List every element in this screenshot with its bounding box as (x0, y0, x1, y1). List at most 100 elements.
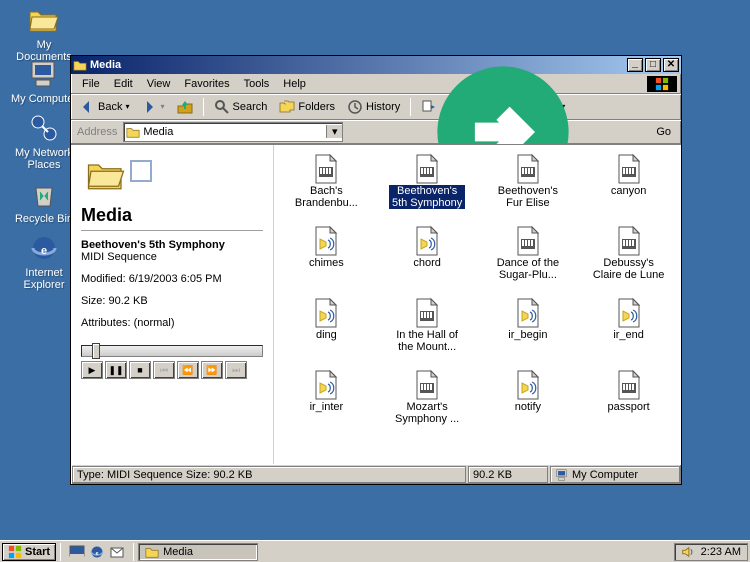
midi-file-icon (512, 153, 544, 185)
computer-icon (555, 468, 569, 482)
file-item[interactable]: ding (278, 297, 375, 361)
dropdown-icon[interactable]: ▾ (326, 125, 342, 138)
sound-file-icon (310, 369, 342, 401)
file-type: MIDI Sequence (81, 251, 263, 263)
file-label: In the Hall of the Mount... (389, 329, 465, 353)
file-item[interactable]: Beethoven's 5th Symphony (379, 153, 476, 217)
sound-file-icon (310, 225, 342, 257)
forward-button[interactable]: ⏩ (201, 361, 223, 379)
sound-file-icon (512, 297, 544, 329)
show-desktop-icon (69, 544, 85, 560)
taskbar: Start Media 2:23 AM (0, 540, 750, 562)
file-label: notify (515, 401, 541, 413)
skip-forward-button[interactable]: ⏭ (225, 361, 247, 379)
file-item[interactable]: Beethoven's Fur Elise (480, 153, 577, 217)
folders-icon (279, 99, 295, 115)
file-label: ir_end (613, 329, 644, 341)
file-list[interactable]: Bach's Brandenbu... Beethoven's 5th Symph… (274, 145, 681, 464)
info-sidebar: Media Beethoven's 5th Symphony MIDI Sequ… (71, 145, 274, 464)
play-button[interactable]: ▶ (81, 361, 103, 379)
sidebar-heading: Media (81, 205, 263, 231)
file-label: Mozart's Symphony ... (389, 401, 465, 425)
status-bar: Type: MIDI Sequence Size: 90.2 KB 90.2 K… (71, 464, 681, 484)
address-value: Media (143, 126, 326, 138)
file-label: passport (608, 401, 650, 413)
big-folder-icon (81, 155, 131, 195)
file-label: ir_begin (508, 329, 547, 341)
quick-launch-outlook[interactable] (108, 543, 126, 561)
quick-launch-show-desktop[interactable] (68, 543, 86, 561)
file-label: Debussy's Claire de Lune (591, 257, 667, 281)
address-input[interactable]: Media ▾ (123, 122, 343, 142)
file-item[interactable]: Bach's Brandenbu... (278, 153, 375, 217)
back-button[interactable]: Back▾ (75, 97, 133, 117)
forward-button[interactable]: ▾ (137, 97, 168, 117)
file-item[interactable]: Mozart's Symphony ... (379, 369, 476, 433)
folder-icon (73, 58, 87, 72)
skip-back-button[interactable]: ⏮ (153, 361, 175, 379)
menu-favorites[interactable]: Favorites (177, 76, 236, 92)
search-button[interactable]: Search (210, 97, 272, 117)
sound-file-icon (613, 297, 645, 329)
arrow-right-icon (141, 99, 157, 115)
explorer-window: Media _ □ ✕ File Edit View Favorites Too… (70, 55, 682, 485)
up-button[interactable] (173, 97, 197, 117)
quick-launch-ie[interactable] (88, 543, 106, 561)
file-item[interactable]: passport (580, 369, 677, 433)
file-label: chimes (309, 257, 344, 269)
midi-file-icon (613, 225, 645, 257)
file-size: Size: 90.2 KB (81, 295, 263, 307)
status-location: My Computer (550, 466, 680, 483)
start-button[interactable]: Start (2, 543, 56, 561)
file-attributes: Attributes: (normal) (81, 317, 263, 329)
menu-tools[interactable]: Tools (237, 76, 277, 92)
menu-help[interactable]: Help (276, 76, 313, 92)
file-item[interactable]: ir_begin (480, 297, 577, 361)
menu-view[interactable]: View (140, 76, 178, 92)
address-label: Address (75, 126, 119, 138)
file-item[interactable]: ir_inter (278, 369, 375, 433)
seek-slider[interactable] (81, 345, 263, 357)
status-type-size: Type: MIDI Sequence Size: 90.2 KB (72, 466, 466, 483)
menu-edit[interactable]: Edit (107, 76, 140, 92)
separator (203, 98, 204, 116)
file-item[interactable]: chimes (278, 225, 375, 289)
file-item[interactable]: Dance of the Sugar-Plu... (480, 225, 577, 289)
pause-button[interactable]: ❚❚ (105, 361, 127, 379)
clock: 2:23 AM (701, 546, 741, 558)
sound-file-icon (411, 225, 443, 257)
file-item[interactable]: chord (379, 225, 476, 289)
address-bar: Address Media ▾ Go (71, 120, 681, 144)
slider-thumb[interactable] (92, 343, 100, 359)
decoration-icon (129, 159, 159, 189)
file-item[interactable]: In the Hall of the Mount... (379, 297, 476, 361)
outlook-icon (109, 544, 125, 560)
folders-button[interactable]: Folders (275, 97, 339, 117)
file-label: ding (316, 329, 337, 341)
separator (60, 543, 61, 561)
content-area: Media Beethoven's 5th Symphony MIDI Sequ… (71, 144, 681, 464)
quick-launch (65, 543, 129, 561)
midi-file-icon (512, 225, 544, 257)
file-item[interactable]: notify (480, 369, 577, 433)
file-item[interactable]: Debussy's Claire de Lune (580, 225, 677, 289)
separator (133, 543, 134, 561)
file-item[interactable]: canyon (580, 153, 677, 217)
file-item[interactable]: ir_end (580, 297, 677, 361)
taskbar-item-media[interactable]: Media (138, 543, 258, 561)
menu-file[interactable]: File (75, 76, 107, 92)
volume-icon[interactable] (681, 545, 695, 559)
file-label: Beethoven's Fur Elise (490, 185, 566, 209)
file-label: Beethoven's 5th Symphony (389, 185, 465, 209)
rewind-button[interactable]: ⏪ (177, 361, 199, 379)
file-label: chord (413, 257, 441, 269)
file-label: Bach's Brandenbu... (288, 185, 364, 209)
status-size: 90.2 KB (468, 466, 548, 483)
windows-flag-icon (8, 545, 22, 559)
midi-file-icon (411, 369, 443, 401)
ie-icon (89, 544, 105, 560)
stop-button[interactable]: ■ (129, 361, 151, 379)
file-label: Dance of the Sugar-Plu... (490, 257, 566, 281)
folder-icon (145, 545, 159, 559)
midi-file-icon (613, 369, 645, 401)
